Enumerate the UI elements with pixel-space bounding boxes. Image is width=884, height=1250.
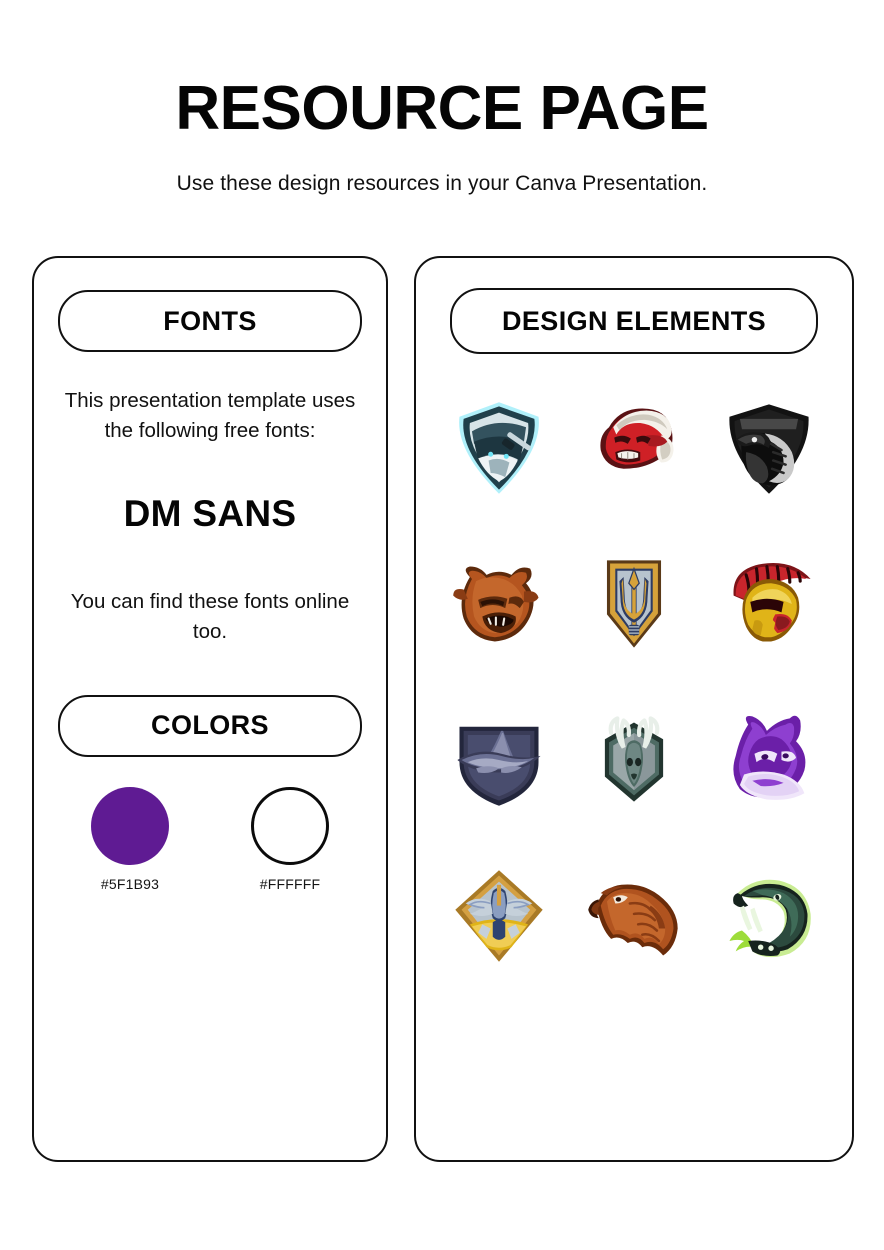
design-elements-heading-label: DESIGN ELEMENTS	[501, 305, 767, 336]
page-title: RESOURCE PAGE	[175, 74, 709, 143]
design-element-item[interactable]	[432, 388, 567, 508]
white-swatch-label: #FFFFFF	[259, 875, 321, 892]
eagle-head-icon[interactable]	[582, 864, 686, 968]
design-element-item[interactable]	[567, 700, 702, 820]
purple-wolf-head-icon[interactable]	[717, 708, 821, 812]
fonts-heading-label: FONTS	[163, 305, 257, 336]
black-cobra-shield-icon[interactable]	[717, 396, 821, 500]
fonts-heading-pill: FONTS	[58, 290, 362, 352]
winged-knight-crest-icon[interactable]	[447, 864, 551, 968]
page-subtitle: Use these design resources in your Canva…	[176, 172, 708, 195]
spartan-helmet-warrior-icon[interactable]	[717, 552, 821, 656]
design-element-item[interactable]	[432, 856, 567, 976]
panels-container: FONTS This presentation template uses th…	[32, 256, 854, 1162]
fonts-description: This presentation template uses the foll…	[64, 389, 356, 442]
design-elements-panel: DESIGN ELEMENTS	[414, 256, 854, 1162]
fonts-availability-note: You can find these fonts online too.	[70, 590, 350, 644]
fonts-and-colors-panel: FONTS This presentation template uses th…	[32, 256, 388, 1162]
design-element-item[interactable]	[432, 544, 567, 664]
design-element-item[interactable]	[701, 700, 836, 820]
white-swatch-dot	[251, 786, 329, 865]
ninja-samurai-shield-icon[interactable]	[447, 396, 551, 500]
design-element-item[interactable]	[567, 388, 702, 508]
design-element-item[interactable]	[701, 388, 836, 508]
design-element-item[interactable]	[432, 700, 567, 820]
colors-heading-pill: COLORS	[58, 694, 362, 757]
green-viper-snake-icon[interactable]	[717, 864, 821, 968]
color-swatch-white: #FFFFFF	[215, 786, 365, 892]
design-element-item[interactable]	[567, 544, 702, 664]
deer-stag-badge-icon[interactable]	[582, 708, 686, 812]
page-header: RESOURCE PAGE Use these design resources…	[0, 0, 884, 196]
purple-swatch-dot	[91, 786, 169, 865]
purple-swatch-label: #5F1B93	[100, 875, 160, 892]
design-elements-heading-pill: DESIGN ELEMENTS	[450, 288, 818, 354]
color-swatch-row: #5F1B93 #FFFFFF	[34, 786, 386, 892]
color-swatch-purple: #5F1B93	[55, 786, 205, 892]
design-element-item[interactable]	[701, 856, 836, 976]
font-family-name: DM SANS	[123, 493, 297, 535]
resource-page: RESOURCE PAGE Use these design resources…	[0, 0, 884, 1250]
design-element-item[interactable]	[567, 856, 702, 976]
design-elements-grid	[432, 388, 836, 976]
trident-shield-icon[interactable]	[582, 552, 686, 656]
wizard-hat-shield-icon[interactable]	[447, 708, 551, 812]
red-demon-head-icon[interactable]	[582, 396, 686, 500]
brown-bear-head-icon[interactable]	[447, 552, 551, 656]
colors-heading-label: COLORS	[151, 710, 269, 741]
design-element-item[interactable]	[701, 544, 836, 664]
